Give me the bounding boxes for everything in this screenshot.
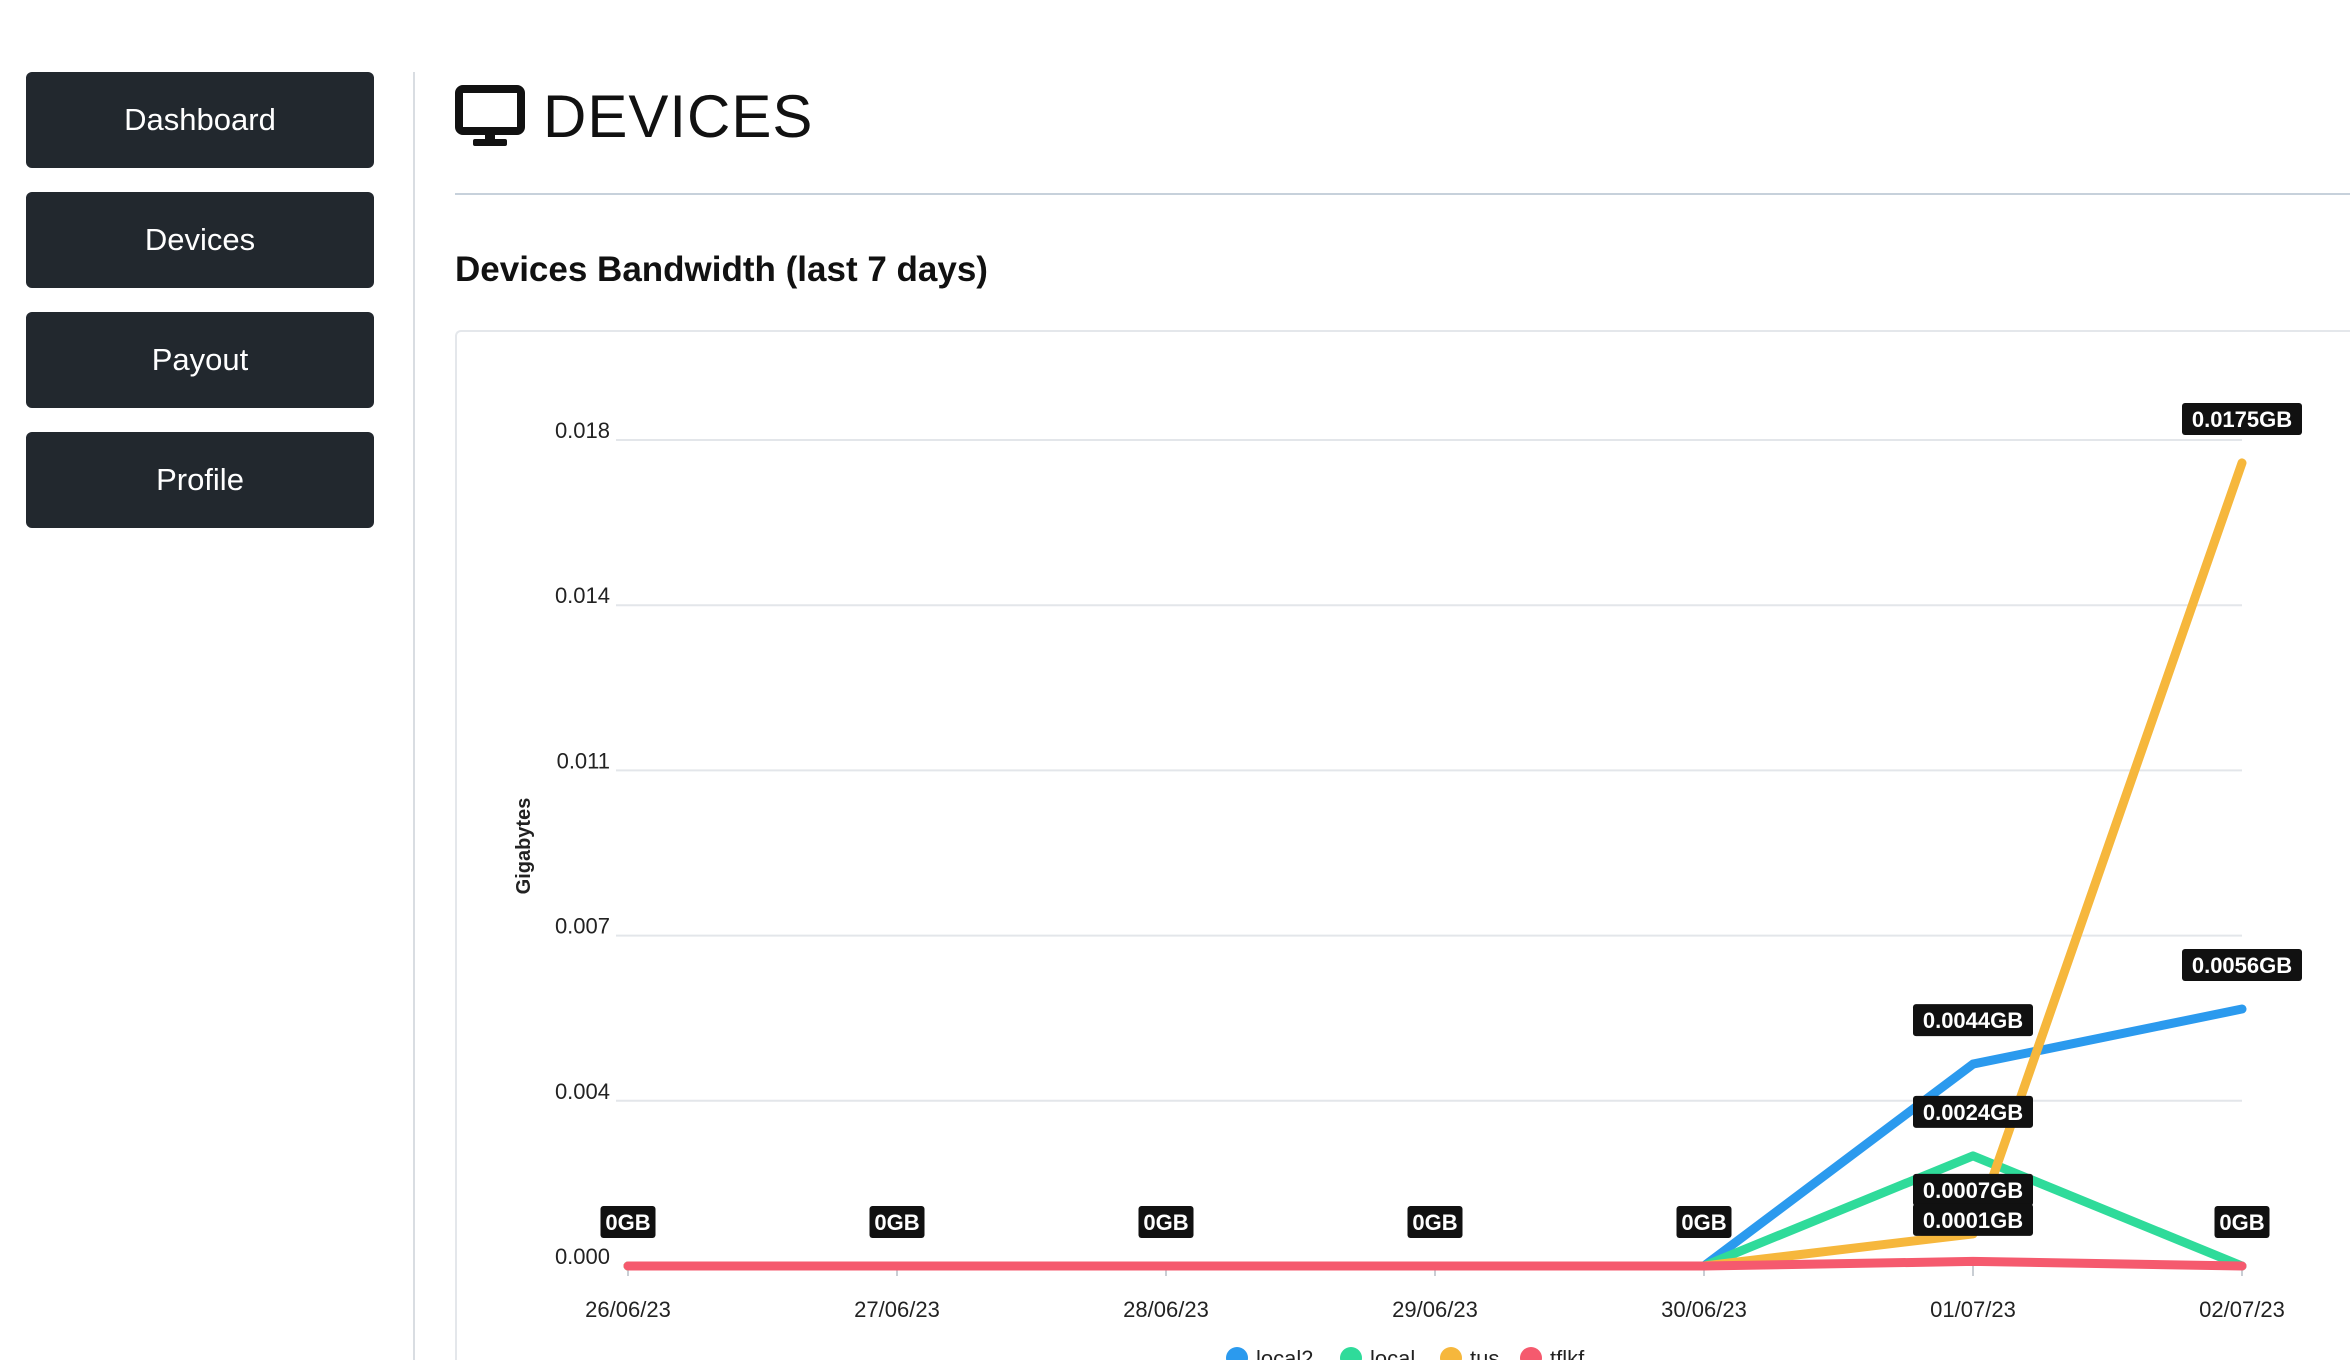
sidebar-item-payout[interactable]: Payout — [26, 312, 374, 408]
sidebar-item-devices[interactable]: Devices — [26, 192, 374, 288]
page-title: DEVICES — [543, 83, 814, 150]
section-title: Devices Bandwidth (last 7 days) — [455, 250, 988, 289]
sidebar-item-profile[interactable]: Profile — [26, 432, 374, 528]
chart-card — [455, 330, 2350, 1360]
page-header: DEVICES — [455, 82, 813, 151]
header-divider — [455, 193, 2350, 195]
monitor-icon — [455, 84, 525, 146]
sidebar-divider — [413, 72, 415, 1360]
sidebar: Dashboard Devices Payout Profile — [26, 72, 374, 552]
sidebar-item-dashboard[interactable]: Dashboard — [26, 72, 374, 168]
